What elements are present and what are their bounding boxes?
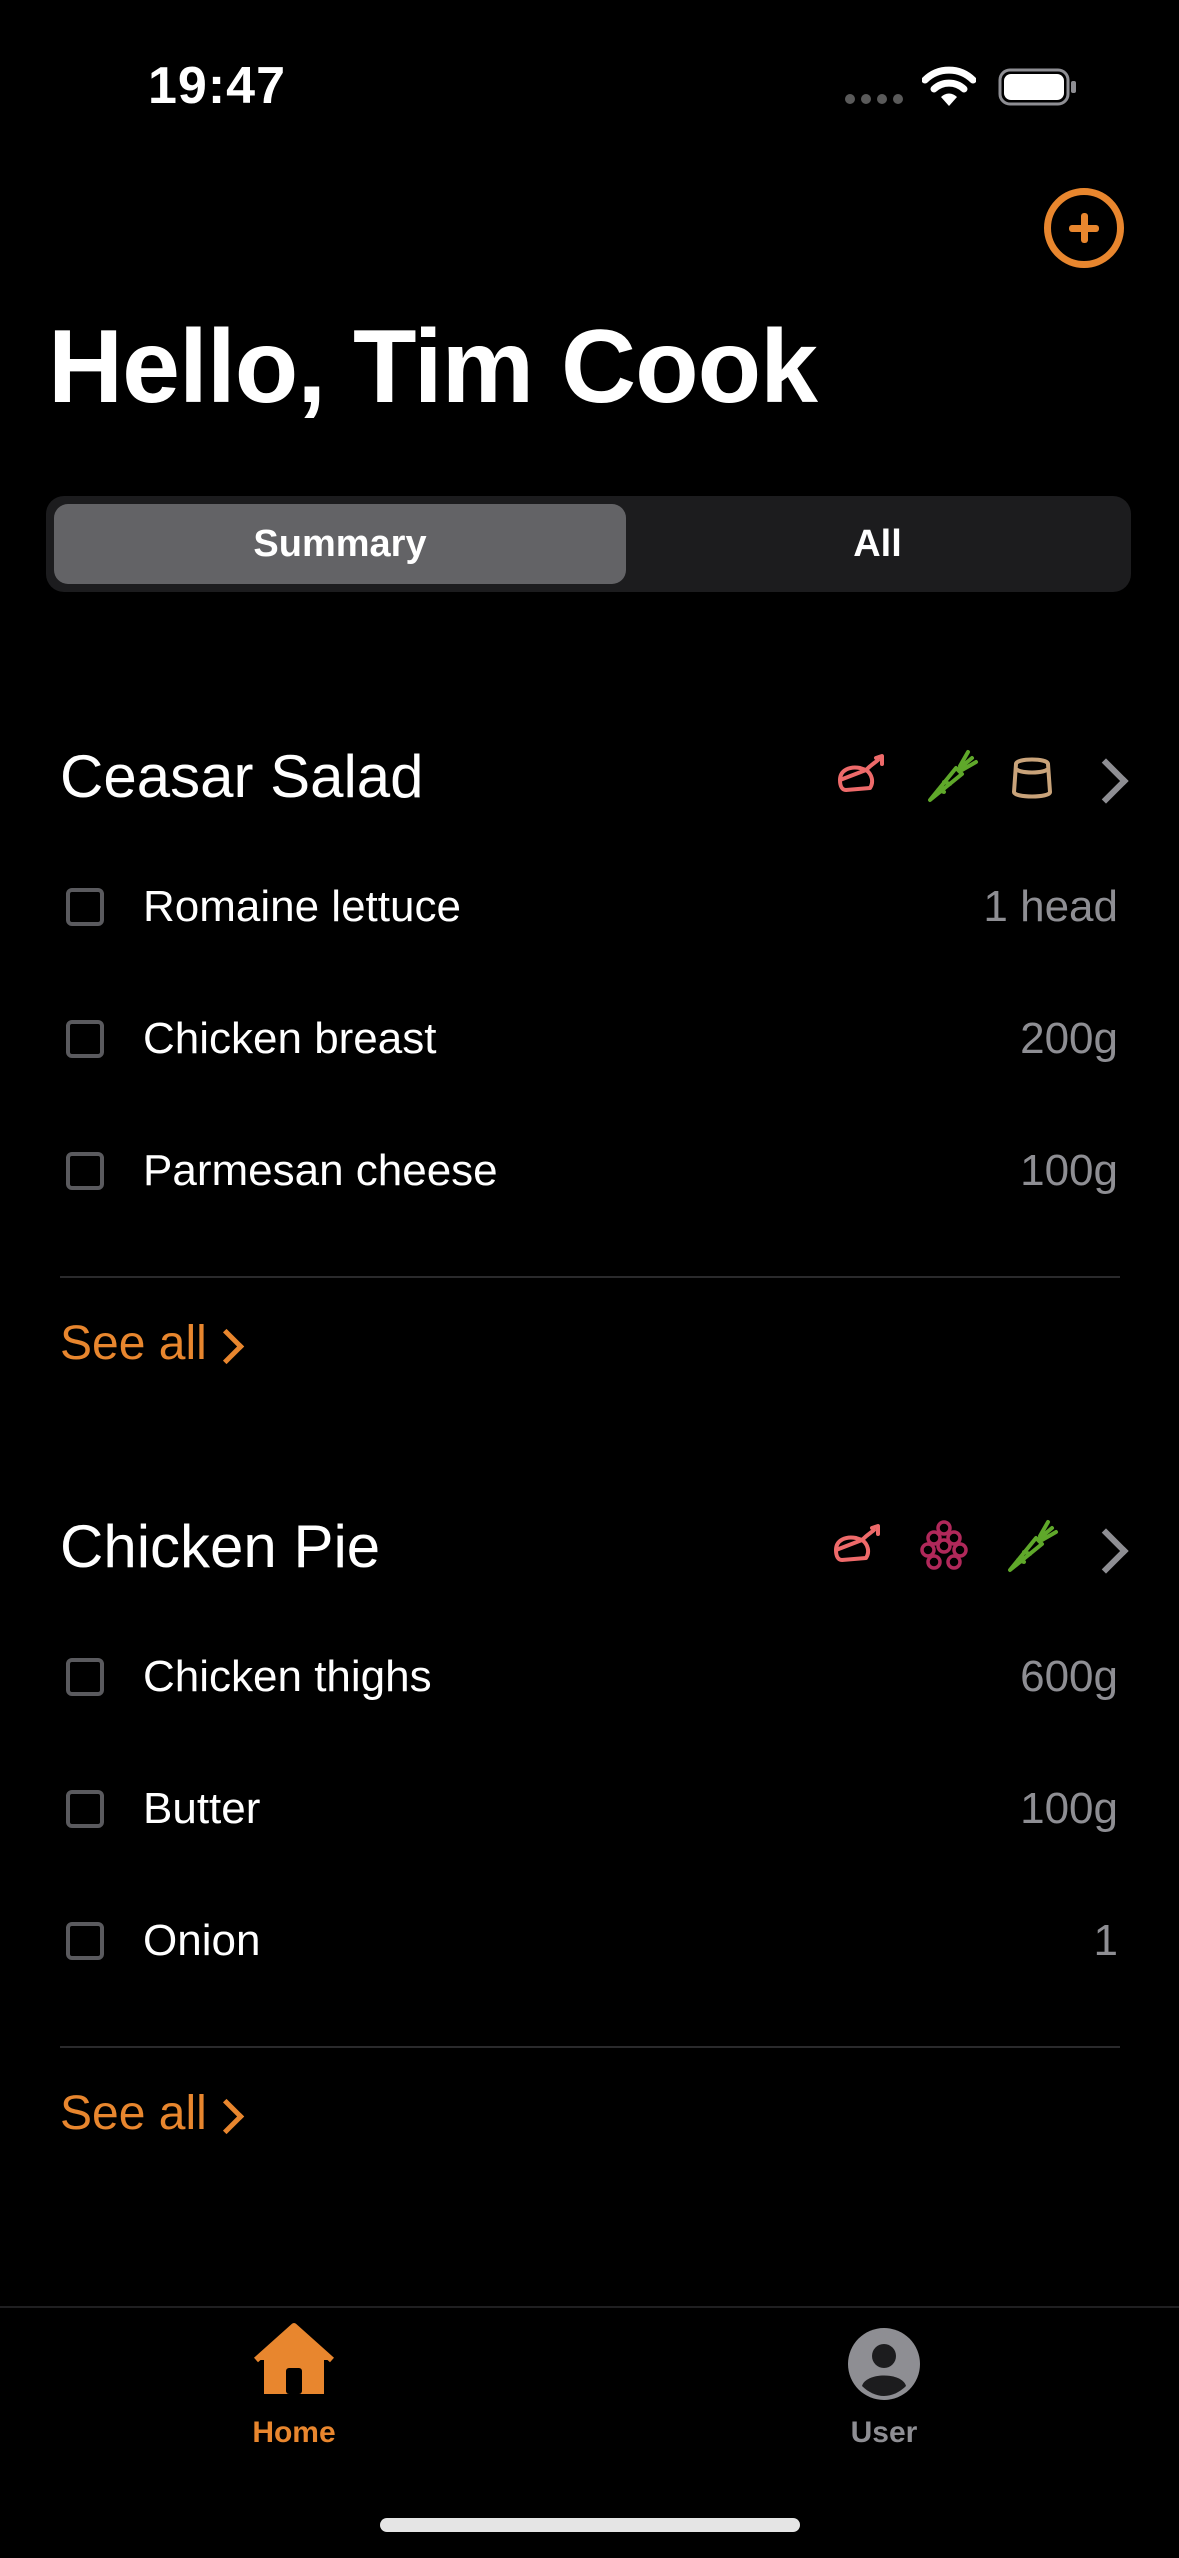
see-all-link[interactable]: See all [60, 1316, 207, 1371]
segment-all[interactable]: All [631, 504, 1124, 584]
ingredient-quantity: 1 head [983, 882, 1118, 931]
ingredient-quantity: 600g [1020, 1652, 1118, 1701]
ingredient-quantity: 200g [1020, 1014, 1118, 1063]
chevron-right-icon [208, 2098, 245, 2135]
checkbox[interactable] [66, 1152, 104, 1190]
divider [60, 2046, 1120, 2048]
cellular-signal-icon [845, 94, 905, 106]
recipe-title[interactable]: Chicken Pie [60, 1512, 380, 1581]
checkbox[interactable] [66, 1020, 104, 1058]
segment-summary[interactable]: Summary [54, 504, 626, 584]
checkbox[interactable] [66, 1790, 104, 1828]
ingredient-name: Chicken thighs [143, 1652, 432, 1701]
carrot-icon [1000, 1516, 1060, 1576]
user-icon[interactable] [848, 2328, 920, 2405]
page-title: Hello, Tim Cook [48, 309, 818, 425]
ingredient-quantity: 100g [1020, 1146, 1118, 1195]
ingredient-name: Chicken breast [143, 1014, 437, 1063]
checkbox[interactable] [66, 1922, 104, 1960]
ingredient-quantity: 100g [1020, 1784, 1118, 1833]
home-icon[interactable] [252, 2322, 336, 2401]
battery-icon [998, 68, 1078, 106]
ingredient-name: Romaine lettuce [143, 882, 461, 931]
segmented-control: Summary All [46, 496, 1131, 592]
checkbox[interactable] [66, 888, 104, 926]
chevron-right-icon[interactable] [1083, 758, 1129, 804]
grapes-icon [914, 1516, 974, 1576]
ingredient-name: Onion [143, 1916, 261, 1965]
divider [60, 1276, 1120, 1278]
chevron-right-icon[interactable] [1083, 1528, 1129, 1574]
checkbox[interactable] [66, 1658, 104, 1696]
carrot-icon [920, 746, 980, 806]
tab-home[interactable]: Home [194, 2416, 394, 2450]
tab-user[interactable]: User [784, 2416, 984, 2450]
ingredient-quantity: 1 [1093, 1916, 1118, 1965]
poultry-icon [832, 746, 892, 806]
cheese-icon [1002, 746, 1062, 806]
add-recipe-button[interactable] [1044, 188, 1124, 268]
wifi-icon [921, 64, 977, 108]
see-all-link[interactable]: See all [60, 2086, 207, 2141]
poultry-icon [828, 1516, 888, 1576]
status-time: 19:47 [148, 57, 286, 115]
ingredient-name: Parmesan cheese [143, 1146, 498, 1195]
chevron-right-icon [208, 1328, 245, 1365]
ingredient-name: Butter [143, 1784, 261, 1833]
home-indicator[interactable] [380, 2518, 800, 2532]
recipe-title[interactable]: Ceasar Salad [60, 742, 424, 811]
